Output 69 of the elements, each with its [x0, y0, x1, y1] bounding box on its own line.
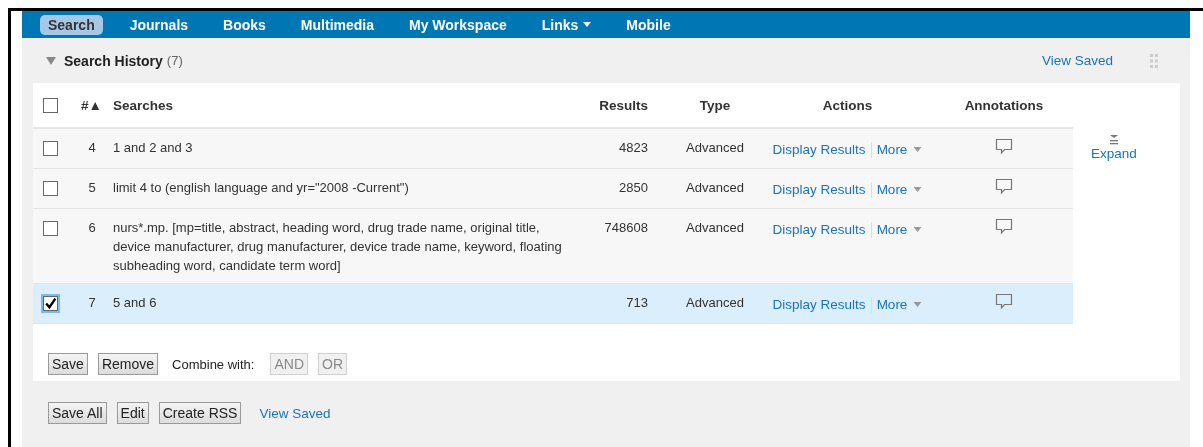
display-results-link[interactable]: Display Results — [772, 180, 866, 199]
history-row[interactable]: 5 limit 4 to (english language and yr="2008 -Current") 2850 Advanced Display Results More — [33, 168, 1073, 209]
display-results-link[interactable]: Display Results — [772, 140, 866, 159]
row-checkbox[interactable] — [43, 181, 58, 197]
row-checkbox[interactable] — [43, 141, 58, 157]
action-button[interactable]: Remove — [97, 353, 159, 375]
caret-icon — [913, 147, 923, 152]
caret-icon — [913, 302, 923, 307]
nav-tab[interactable]: My Workspace — [401, 14, 515, 35]
search-query: nurs*.mp. [mp=title, abstract, heading word, drug trade name, original title, device manufacturer, drug manufacturer, device trade name, keyword, floating subheading word, candidate term word] — [113, 220, 562, 273]
nav-tab[interactable]: Multimedia — [292, 14, 382, 35]
history-count: (7) — [166, 53, 183, 68]
action-button[interactable]: Save — [48, 353, 88, 375]
expand-icon — [1108, 135, 1119, 145]
collapse-triangle-icon[interactable] — [46, 56, 56, 65]
caret-icon — [583, 22, 592, 27]
more-menu-link[interactable]: More — [876, 140, 923, 159]
row-checkbox[interactable] — [43, 296, 58, 312]
nav-tab[interactable]: Links — [533, 14, 600, 35]
caret-icon — [913, 187, 923, 192]
search-number: 5 — [88, 180, 96, 195]
comment-icon[interactable] — [995, 218, 1013, 235]
result-count: 4823 — [619, 140, 648, 155]
history-row[interactable] — [33, 208, 1073, 284]
drag-handle-icon[interactable] — [1150, 53, 1158, 68]
row-checkbox[interactable] — [43, 221, 58, 237]
nav-tab[interactable]: Journals — [121, 14, 197, 35]
panel-title: Search History — [64, 52, 163, 69]
more-menu-link[interactable]: More — [876, 220, 923, 239]
search-type: Advanced — [686, 295, 744, 310]
combine-label: Combine with: — [172, 356, 255, 372]
search-query: 1 and 2 and 3 — [113, 140, 193, 155]
search-type: Advanced — [686, 220, 744, 235]
nav-tab[interactable]: Books — [215, 14, 274, 35]
history-row[interactable]: 4 1 and 2 and 3 4823 Advanced Display Results More — [33, 128, 1073, 169]
column-header: Results — [599, 97, 648, 113]
comment-icon[interactable] — [995, 293, 1013, 310]
result-count: 713 — [626, 295, 648, 310]
search-query: limit 4 to (english language and yr="2008 -Current") — [113, 180, 409, 195]
nav-tab[interactable]: Mobile — [618, 14, 679, 35]
search-query: 5 and 6 — [113, 295, 157, 310]
comment-icon[interactable] — [995, 138, 1013, 155]
search-type: Advanced — [686, 140, 744, 155]
column-header: Searches — [113, 97, 174, 113]
more-menu-link[interactable]: More — [876, 295, 923, 314]
column-header: Type — [699, 97, 731, 113]
column-header: Annotations — [964, 97, 1044, 113]
display-results-link[interactable]: Display Results — [772, 295, 866, 314]
history-row[interactable]: 7 5 and 6 713 Advanced Display Results More — [33, 283, 1073, 324]
view-saved-link[interactable]: View Saved — [1041, 53, 1113, 68]
caret-icon — [913, 227, 923, 232]
search-number: 7 — [88, 295, 96, 310]
result-count: 2850 — [619, 180, 648, 195]
column-header: Actions — [822, 97, 873, 113]
column-header[interactable]: #▲ — [81, 97, 102, 113]
more-menu-link[interactable]: More — [876, 180, 923, 199]
select-all-checkbox[interactable] — [43, 97, 58, 113]
comment-icon[interactable] — [995, 178, 1013, 195]
view-saved-link[interactable]: View Saved — [259, 405, 331, 421]
expand-button[interactable]: Expand — [1091, 135, 1137, 161]
search-number: 6 — [88, 220, 96, 235]
footer-button[interactable]: Save All — [48, 402, 107, 424]
footer-button[interactable]: Create RSS — [158, 402, 242, 424]
search-type: Advanced — [686, 180, 744, 195]
nav-tab[interactable]: Search — [40, 14, 103, 35]
result-count: 748608 — [604, 220, 648, 235]
search-number: 4 — [88, 140, 96, 155]
display-results-link[interactable]: Display Results — [772, 220, 866, 239]
footer-button[interactable]: Edit — [116, 402, 149, 424]
